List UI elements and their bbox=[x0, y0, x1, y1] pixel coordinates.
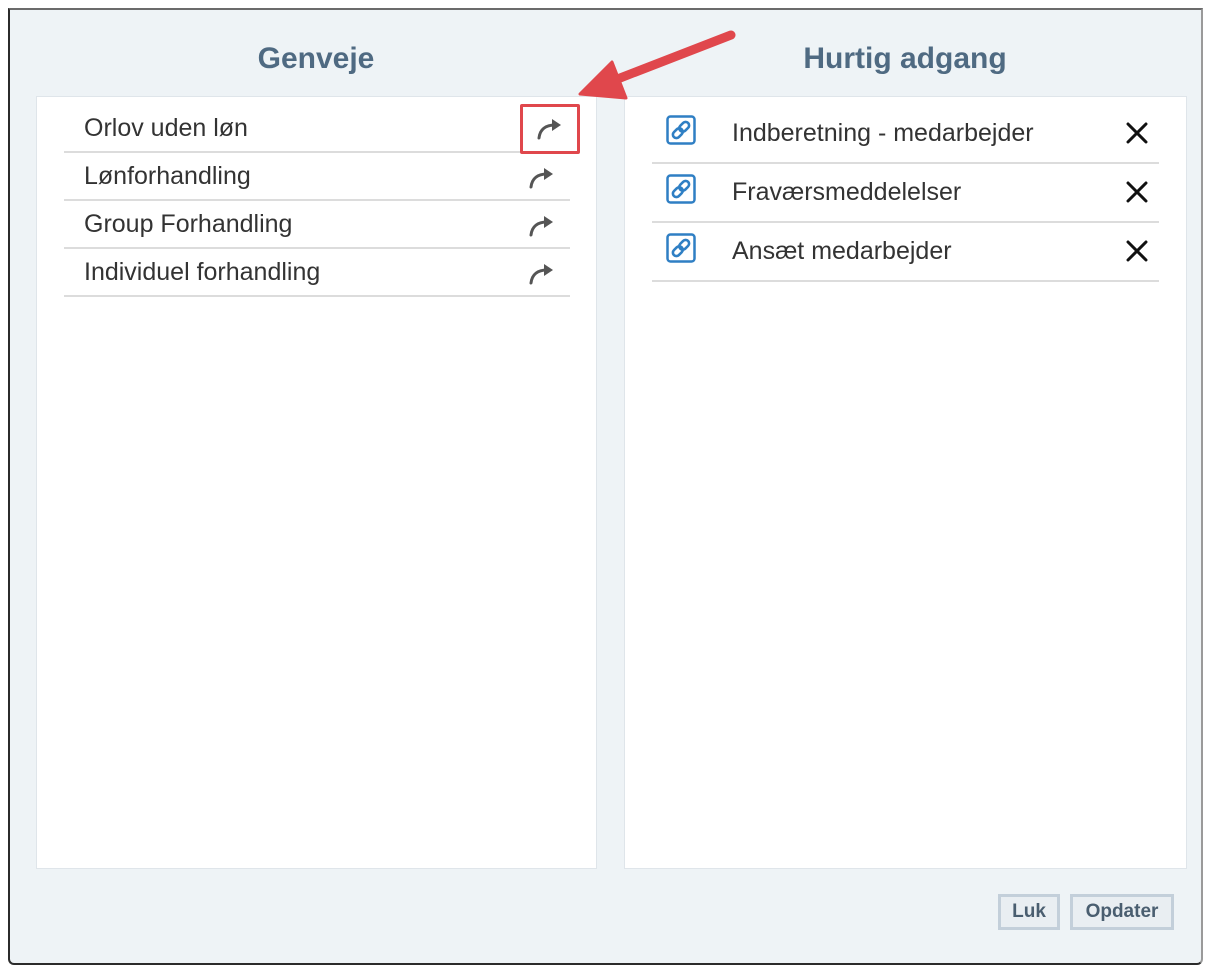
shortcut-label: Orlov uden løn bbox=[84, 114, 248, 142]
shortcut-item-orlov-uden-lon[interactable]: Orlov uden løn bbox=[64, 104, 580, 154]
link-icon bbox=[666, 233, 696, 263]
link-icon bbox=[666, 115, 696, 145]
link-icon bbox=[666, 174, 696, 204]
share-arrow-icon bbox=[529, 216, 553, 237]
update-button[interactable]: Opdater bbox=[1070, 894, 1174, 930]
quick-access-dialog: Genveje Hurtig adgang Orlov uden løn Løn… bbox=[8, 8, 1203, 965]
shortcuts-list: Orlov uden løn Lønforhandling Group Forh… bbox=[64, 104, 580, 297]
close-x-icon[interactable] bbox=[1123, 178, 1151, 206]
quick-access-item-fravaersmeddelelser[interactable]: Fraværsmeddelelser bbox=[652, 164, 1159, 223]
share-arrow-icon bbox=[529, 264, 553, 285]
close-x-icon[interactable] bbox=[1123, 119, 1151, 147]
quick-access-item-indberetning[interactable]: Indberetning - medarbejder bbox=[652, 105, 1159, 164]
shortcut-item-group-forhandling[interactable]: Group Forhandling bbox=[64, 201, 570, 249]
share-arrow-icon bbox=[537, 119, 561, 140]
shortcut-label: Individuel forhandling bbox=[84, 258, 321, 286]
close-button[interactable]: Luk bbox=[998, 894, 1060, 930]
shortcut-label: Lønforhandling bbox=[84, 162, 251, 190]
quick-access-label: Fraværsmeddelelser bbox=[732, 178, 962, 206]
share-arrow-icon bbox=[529, 168, 553, 189]
quick-access-label: Ansæt medarbejder bbox=[732, 237, 952, 265]
shortcut-item-individuel-forhandling[interactable]: Individuel forhandling bbox=[64, 249, 570, 297]
quick-access-item-ansaet-medarbejder[interactable]: Ansæt medarbejder bbox=[652, 223, 1159, 282]
add-to-quick-access-button[interactable] bbox=[516, 158, 568, 198]
add-to-quick-access-button[interactable] bbox=[516, 254, 568, 294]
shortcut-label: Group Forhandling bbox=[84, 210, 293, 238]
quick-access-list: Indberetning - medarbejder Fraværsmeddel… bbox=[652, 105, 1159, 282]
quick-access-label: Indberetning - medarbejder bbox=[732, 119, 1034, 147]
quick-access-title: Hurtig adgang bbox=[803, 42, 1007, 75]
quick-access-panel: Indberetning - medarbejder Fraværsmeddel… bbox=[624, 96, 1187, 869]
shortcuts-panel: Orlov uden løn Lønforhandling Group Forh… bbox=[36, 96, 597, 869]
add-to-quick-access-button[interactable] bbox=[516, 206, 568, 246]
shortcut-item-lonforhandling[interactable]: Lønforhandling bbox=[64, 153, 570, 201]
close-x-icon[interactable] bbox=[1123, 237, 1151, 265]
shortcuts-title: Genveje bbox=[257, 42, 375, 75]
add-to-quick-access-button[interactable] bbox=[520, 104, 580, 154]
